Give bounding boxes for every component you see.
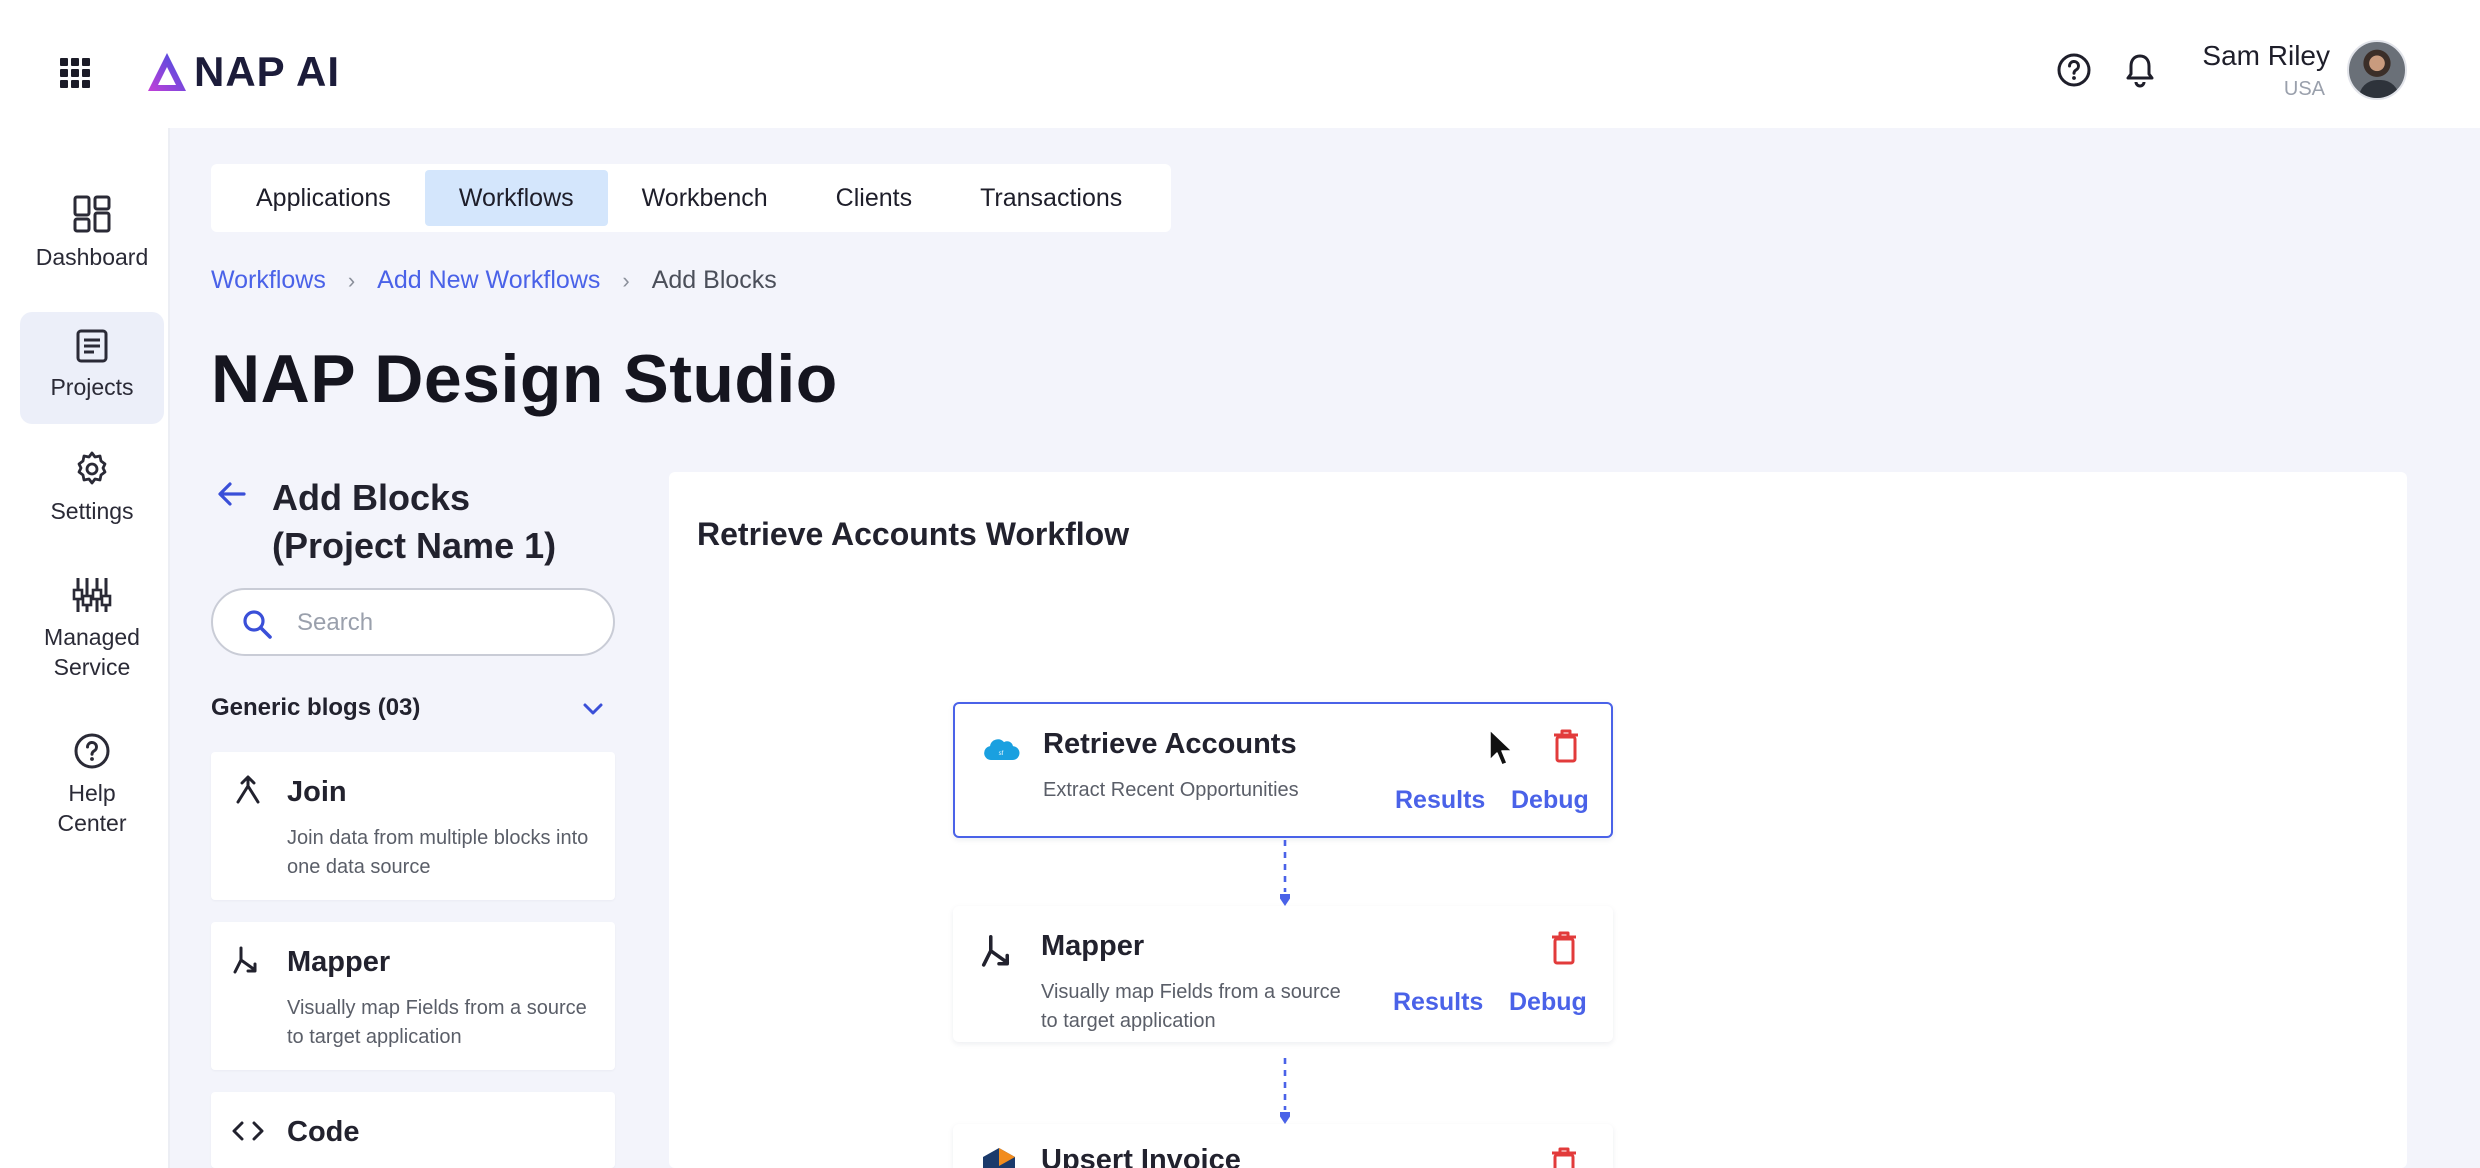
node-debug-link[interactable]: Debug — [1511, 786, 1589, 815]
sidebar-item-help-center[interactable]: Help Center — [20, 732, 164, 862]
svg-text:sf: sf — [999, 751, 1004, 757]
logo-triangle-icon — [148, 53, 186, 91]
tab-workbench[interactable]: Workbench — [608, 170, 802, 226]
tab-applications[interactable]: Applications — [222, 170, 425, 226]
breadcrumb-current: Add Blocks — [651, 266, 777, 294]
sidebar-nav: Dashboard Projects Settings Managed Serv… — [0, 128, 170, 1168]
sidebar-item-managed-service[interactable]: Managed Service — [20, 576, 164, 706]
block-description: Visually map Fields from a source to tar… — [287, 997, 587, 1048]
code-brackets-icon — [232, 1121, 264, 1141]
add-blocks-title: Add Blocks (Project Name 1) — [272, 474, 612, 570]
dashboard-icon — [73, 195, 111, 233]
projects-icon — [76, 329, 108, 363]
delete-trash-icon[interactable] — [1549, 1146, 1579, 1168]
user-country: USA — [2283, 78, 2325, 100]
block-group-label[interactable]: Generic blogs (03) — [211, 694, 420, 722]
top-header-bar: NAP AI Sam Riley USA — [0, 0, 2480, 128]
invoice-hexagon-icon — [983, 1148, 1015, 1168]
join-merge-icon — [236, 775, 260, 804]
top-tabs: Applications Workflows Workbench Clients… — [211, 164, 1171, 232]
search-input[interactable] — [297, 604, 597, 642]
tab-clients[interactable]: Clients — [802, 170, 946, 226]
node-title: Mapper — [1041, 930, 1145, 962]
block-name: Mapper — [287, 946, 391, 978]
sliders-icon — [72, 578, 112, 612]
breadcrumb: Workflows › Add New Workflows › Add Bloc… — [211, 266, 777, 295]
user-avatar[interactable] — [2347, 40, 2407, 100]
sidebar-item-label: Dashboard — [35, 244, 149, 270]
search-icon — [243, 610, 272, 639]
app-logo[interactable]: NAP AI — [146, 48, 340, 96]
delete-trash-icon[interactable] — [1549, 930, 1579, 966]
node-title: Upsert Invoice — [1041, 1144, 1241, 1168]
workflow-title: Retrieve Accounts Workflow — [697, 516, 1130, 552]
user-name[interactable]: Sam Riley — [2150, 40, 2330, 72]
sidebar-item-label-line1: Managed — [44, 624, 140, 650]
back-arrow-icon[interactable] — [214, 476, 250, 512]
settings-gear-icon — [77, 451, 107, 485]
breadcrumb-separator: › — [347, 267, 356, 293]
sidebar-item-settings[interactable]: Settings — [20, 450, 164, 550]
delete-trash-icon[interactable] — [1551, 728, 1581, 764]
node-connector-arrow — [1280, 840, 1290, 906]
help-center-icon — [74, 733, 110, 769]
node-description: Visually map Fields from a source to tar… — [1041, 981, 1341, 1032]
sidebar-item-label-line2: Service — [53, 654, 131, 680]
node-description: Extract Recent Opportunities — [1043, 779, 1299, 801]
sidebar-item-dashboard[interactable]: Dashboard — [20, 194, 164, 304]
block-card-join[interactable]: Join Join data from multiple blocks into… — [211, 752, 615, 900]
node-results-link[interactable]: Results — [1395, 786, 1485, 815]
apps-grid-icon[interactable] — [60, 58, 90, 88]
workflow-node-retrieve-accounts[interactable]: sf Retrieve Accounts Extract Recent Oppo… — [953, 702, 1613, 838]
sidebar-item-projects[interactable]: Projects — [20, 312, 164, 424]
node-connector-arrow — [1280, 1058, 1290, 1124]
mapper-split-icon — [981, 934, 1009, 967]
logo-text: NAP AI — [194, 48, 341, 95]
block-description: Join data from multiple blocks into one … — [287, 827, 589, 878]
page-title: NAP Design Studio — [211, 341, 838, 417]
sidebar-item-label-line1: Help — [68, 780, 116, 806]
salesforce-cloud-icon: sf — [984, 739, 1020, 761]
breadcrumb-separator: › — [622, 267, 630, 293]
sidebar-item-label: Projects — [50, 374, 134, 400]
add-blocks-title-line1: Add Blocks — [272, 477, 471, 518]
tab-transactions[interactable]: Transactions — [946, 170, 1156, 226]
workflow-node-upsert-invoice[interactable]: Upsert Invoice — [953, 1124, 1613, 1168]
breadcrumb-add-new-workflows-link[interactable]: Add New Workflows — [377, 266, 600, 295]
workflow-node-mapper[interactable]: Mapper Visually map Fields from a source… — [953, 906, 1613, 1042]
chevron-down-icon[interactable] — [580, 696, 606, 722]
sidebar-item-label-line2: Center — [57, 810, 127, 836]
add-blocks-title-line2: (Project Name 1) — [272, 525, 557, 566]
block-name: Code — [287, 1116, 360, 1148]
block-card-code[interactable]: Code — [211, 1092, 615, 1168]
node-title: Retrieve Accounts — [1043, 728, 1297, 760]
breadcrumb-workflows-link[interactable]: Workflows — [211, 266, 326, 295]
block-search-box[interactable] — [211, 588, 615, 656]
block-card-mapper[interactable]: Mapper Visually map Fields from a source… — [211, 922, 615, 1070]
block-name: Join — [287, 776, 347, 808]
sidebar-item-label: Settings — [50, 498, 134, 524]
help-icon[interactable] — [2056, 52, 2092, 88]
mapper-split-icon — [233, 946, 257, 974]
node-results-link[interactable]: Results — [1393, 988, 1483, 1017]
tab-workflows[interactable]: Workflows — [424, 170, 608, 226]
mouse-cursor-icon — [1489, 729, 1513, 766]
node-debug-link[interactable]: Debug — [1509, 988, 1587, 1017]
